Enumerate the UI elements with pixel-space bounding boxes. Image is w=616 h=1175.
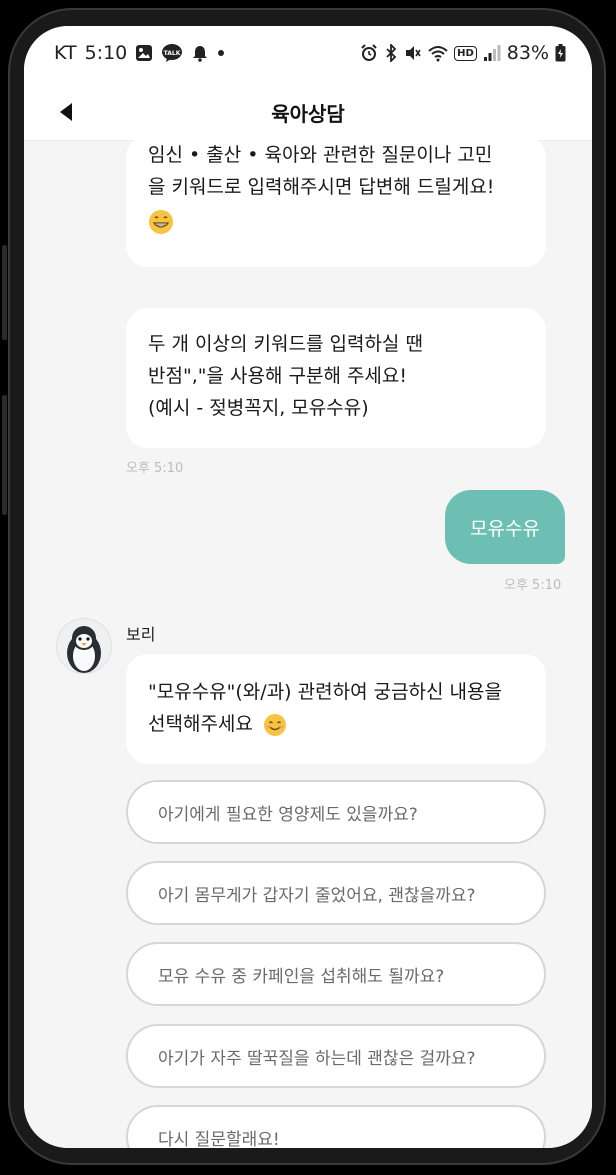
sender-name: 보리 bbox=[126, 625, 156, 644]
svg-text:TALK: TALK bbox=[164, 50, 181, 57]
hd-icon: HD bbox=[454, 45, 477, 61]
carrier-label: KT bbox=[54, 42, 77, 64]
gallery-icon bbox=[135, 44, 153, 62]
bell-icon bbox=[191, 44, 209, 62]
bluetooth-icon bbox=[384, 44, 398, 62]
option-weight-loss[interactable]: 아기 몸무게가 갑자기 줄었어요, 괜찮을까요? bbox=[126, 861, 546, 925]
alarm-icon bbox=[360, 44, 378, 62]
option-hiccups[interactable]: 아기가 자주 딸꾹질을 하는데 괜찮은 걸까요? bbox=[126, 1024, 546, 1088]
signal-icon bbox=[483, 44, 501, 62]
status-bar: KT 5:10 TALK HD 83% bbox=[24, 26, 592, 84]
bot-timestamp: 오후 5:10 bbox=[126, 461, 184, 476]
kakaotalk-icon: TALK bbox=[161, 43, 183, 63]
user-timestamp: 오후 5:10 bbox=[504, 578, 562, 593]
option-caffeine[interactable]: 모유 수유 중 카페인을 섭취해도 될까요? bbox=[126, 942, 546, 1006]
message-line: 을 키워드로 입력해주시면 답변해 드릴게요! bbox=[148, 176, 495, 198]
message-line: 두 개 이상의 키워드를 입력하실 땐 bbox=[148, 333, 423, 355]
bot-message-reply: "모유수유"(와/과) 관련하여 궁금하신 내용을 선택해주세요 bbox=[126, 654, 546, 764]
power-button bbox=[2, 395, 7, 515]
message-line: 임신 • 출산 • 육아와 관련한 질문이나 고민 bbox=[148, 144, 493, 166]
penguin-icon bbox=[67, 626, 101, 673]
message-line: 선택해주세요 bbox=[148, 713, 253, 735]
message-line: (예시 - 젖병꼭지, 모유수유) bbox=[148, 397, 369, 419]
phone-frame: KT 5:10 TALK HD 83% 육아상담 임신 • 출산 • 육아와 관… bbox=[0, 0, 616, 1175]
battery-percent: 83% bbox=[506, 42, 549, 64]
user-message: 모유수유 bbox=[445, 490, 565, 564]
bot-message-keyword-tip: 두 개 이상의 키워드를 입력하실 땐 반점","을 사용해 구분해 주세요! … bbox=[126, 308, 546, 448]
dot-icon bbox=[217, 49, 225, 57]
clock: 5:10 bbox=[84, 42, 128, 64]
grinning-emoji-icon bbox=[149, 209, 173, 234]
battery-icon bbox=[555, 44, 566, 62]
bot-message-intro: 임신 • 출산 • 육아와 관련한 질문이나 고민 을 키워드로 입력해주시면 … bbox=[126, 135, 546, 267]
app-bar: 육아상담 bbox=[24, 84, 592, 141]
screen: KT 5:10 TALK HD 83% 육아상담 임신 • 출산 • 육아와 관… bbox=[24, 26, 592, 1148]
option-ask-again[interactable]: 다시 질문할래요! bbox=[126, 1105, 546, 1148]
message-line: "모유수유"(와/과) 관련하여 궁금하신 내용을 bbox=[148, 681, 502, 703]
smiling-emoji-icon bbox=[263, 713, 286, 736]
mute-icon bbox=[404, 44, 422, 62]
volume-button bbox=[2, 245, 7, 340]
page-title: 육아상담 bbox=[271, 102, 345, 126]
wifi-icon bbox=[428, 44, 448, 62]
message-line: 반점","을 사용해 구분해 주세요! bbox=[148, 365, 408, 387]
option-nutritional-supplements[interactable]: 아기에게 필요한 영양제도 있을까요? bbox=[126, 780, 546, 844]
chat-area[interactable]: 임신 • 출산 • 육아와 관련한 질문이나 고민 을 키워드로 입력해주시면 … bbox=[24, 135, 592, 1148]
avatar bbox=[56, 618, 112, 674]
